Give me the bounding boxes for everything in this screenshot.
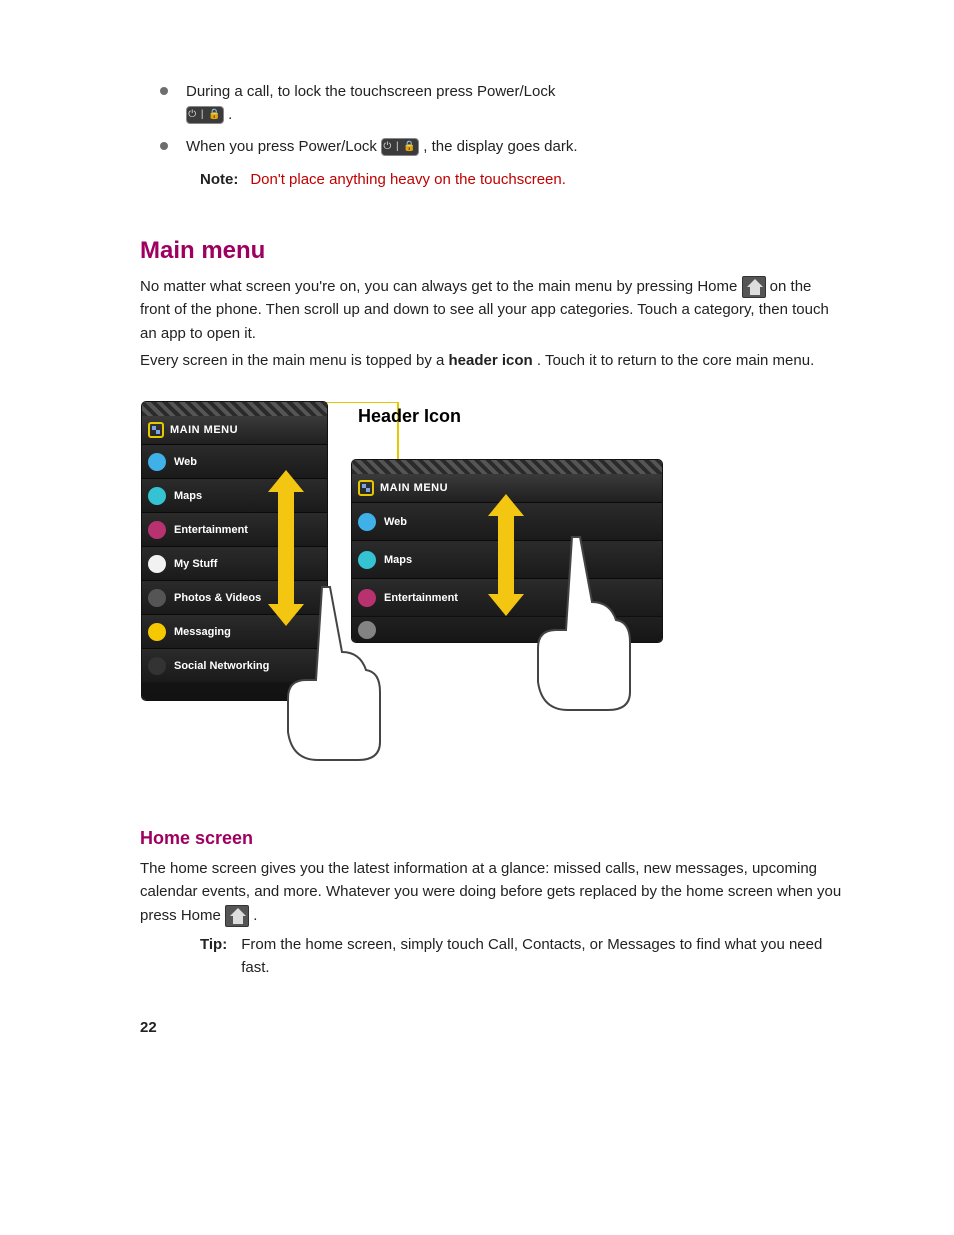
list-item-label: Maps [174,490,202,502]
maps-icon [358,551,376,569]
callout-label: Header Icon [358,406,461,427]
bullet-text: . [228,106,232,123]
briefcase-icon [148,555,166,573]
subheading-home-screen: Home screen [140,828,844,849]
list-item-label: Entertainment [174,524,248,536]
power-lock-icon: ⏻ | 🔒 [381,138,419,156]
home-icon [742,276,766,298]
tip-label: Tip: [200,933,227,980]
page-number: 22 [140,1019,844,1036]
camera-icon [148,589,166,607]
note-label: Note: [200,168,238,191]
list-item-label: Web [384,516,407,528]
globe-icon [148,453,166,471]
bold-term: header icon [449,352,533,369]
phone-status-bar [352,460,662,474]
bullet-item: During a call, to lock the touchscreen p… [160,80,844,127]
tip: Tip: From the home screen, simply touch … [200,933,844,980]
bullet-dot-icon [160,142,168,150]
paragraph-text: . Touch it to return to the core main me… [537,352,814,369]
paragraph: The home screen gives you the latest inf… [140,857,844,927]
paragraph-text: No matter what screen you're on, you can… [140,278,742,295]
list-item-label: Messaging [174,626,231,638]
bullet-dot-icon [160,87,168,95]
bullet-text: During a call, to lock the touchscreen p… [186,83,555,100]
globe-icon [358,513,376,531]
bullet-body: When you press Power/Lock ⏻ | 🔒 , the di… [186,135,844,158]
list-item: My Stuff [142,546,327,580]
phone-header-label: MAIN MENU [170,424,238,436]
note-text: Don't place anything heavy on the touchs… [250,168,566,191]
illustration: Header Icon MAIN MENU Web Maps Entertain… [142,402,842,802]
phone-header-label: MAIN MENU [380,482,448,494]
people-icon [148,657,166,675]
list-item-label: Web [174,456,197,468]
phone-status-bar [142,402,327,416]
bullet-body: During a call, to lock the touchscreen p… [186,80,844,127]
list-item-label: My Stuff [174,558,217,570]
pointing-hand-icon [512,532,662,712]
bullet-item: When you press Power/Lock ⏻ | 🔒 , the di… [160,135,844,158]
list-item-label: Maps [384,554,412,566]
pointing-hand-icon [262,582,412,762]
note: Note: Don't place anything heavy on the … [200,168,844,191]
list-item-label: Social Networking [174,660,269,672]
paragraph-text: . [253,907,257,924]
tv-icon [148,521,166,539]
home-icon [225,905,249,927]
power-lock-icon: ⏻ | 🔒 [186,106,224,124]
section-heading-main-menu: Main menu [140,237,844,265]
list-item-label: Photos & Videos [174,592,261,604]
main-menu-icon [148,422,164,438]
bullet-text: When you press Power/Lock [186,138,381,155]
list-item: Entertainment [142,512,327,546]
paragraph: Every screen in the main menu is topped … [140,349,844,372]
main-menu-icon [358,480,374,496]
paragraph-text: Every screen in the main menu is topped … [140,352,449,369]
tip-text: From the home screen, simply touch Call,… [241,933,844,980]
paragraph: No matter what screen you're on, you can… [140,275,844,345]
phone-header: MAIN MENU [142,416,327,444]
bullet-text: , the display goes dark. [423,138,577,155]
maps-icon [148,487,166,505]
message-icon [148,623,166,641]
